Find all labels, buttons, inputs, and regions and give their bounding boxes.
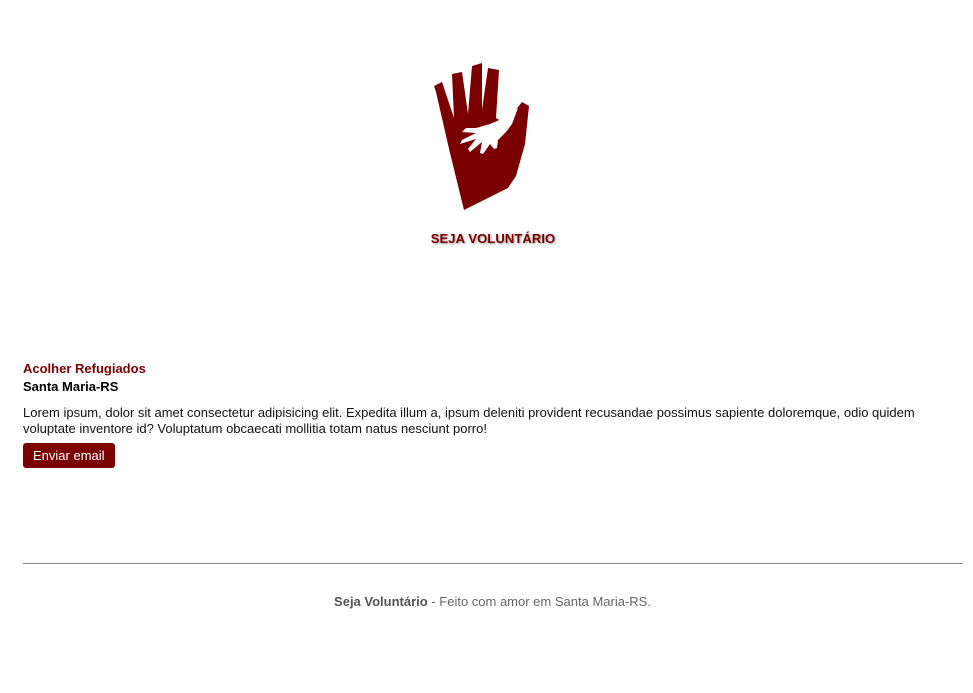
helping-hands-icon [433,63,529,210]
cause-title: Acolher Refugiados [23,361,146,376]
footer-brand: Seja Voluntário [334,594,428,609]
cause-description: Lorem ipsum, dolor sit amet consectetur … [23,405,915,436]
send-email-button[interactable]: Enviar email [23,443,115,468]
site-title: SEJA VOLUNTÁRIO [430,231,556,246]
footer: Seja Voluntário - Feito com amor em Sant… [0,594,973,609]
cause-location: Santa Maria-RS [23,379,119,394]
footer-text: - Feito com amor em Santa Maria-RS. [427,594,651,609]
footer-divider [23,563,963,564]
header: SEJA VOLUNTÁRIO [0,58,973,246]
cause-card: Acolher Refugiados Santa Maria-RS Lorem … [23,361,953,468]
page: SEJA VOLUNTÁRIO Acolher Refugiados Santa… [0,0,973,693]
